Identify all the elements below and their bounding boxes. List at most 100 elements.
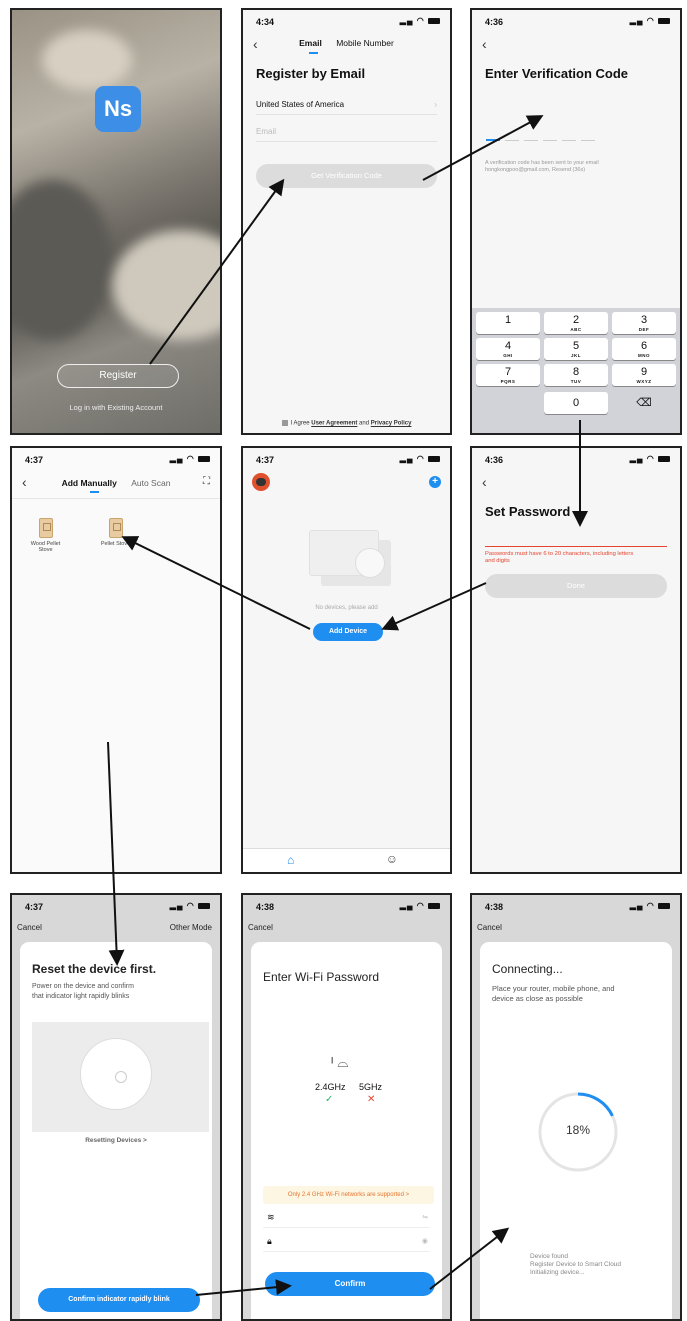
code-slot — [505, 140, 519, 141]
sheet-instructions: Power on the device and confirm that ind… — [32, 982, 200, 1002]
device-pellet-stove[interactable]: Pellet Stove — [88, 518, 143, 547]
key-3[interactable]: 3 DEF — [612, 312, 676, 334]
login-existing-link[interactable]: Log in with Existing Account — [12, 403, 220, 412]
lock-icon: 🔒︎ — [267, 1236, 272, 1246]
scan-icon[interactable]: ⛶ — [203, 476, 210, 487]
status-bar: 4:37 ▂▄ ◠ — [12, 895, 220, 917]
check-icon: ✓ — [325, 1094, 334, 1105]
sheet: Connecting... Place your router, mobile … — [480, 942, 672, 1319]
status-bar: 4:37 ▂▄ ◠ — [243, 448, 450, 470]
wifi-warning[interactable]: Only 2.4 GHz Wi-Fi networks are supporte… — [263, 1186, 434, 1204]
password-field[interactable] — [485, 546, 667, 547]
tab-mobile-number[interactable]: Mobile Number — [336, 38, 394, 48]
tab-auto-scan[interactable]: Auto Scan — [131, 478, 170, 488]
instruction-line2: that indicator light rapidly blinks — [32, 993, 130, 1000]
battery-icon — [658, 17, 670, 24]
signal-icon: ▂▄ ◠ — [400, 16, 440, 25]
cancel-button[interactable]: Cancel — [248, 923, 273, 932]
error-line1: Passwords must have 6 to 20 characters, … — [485, 551, 634, 557]
confirm-blink-button[interactable]: Confirm indicator rapidly blink — [38, 1288, 200, 1312]
country-selector[interactable]: United States of America › — [256, 100, 437, 115]
device-wood-pellet-stove[interactable]: Wood Pellet Stove — [18, 518, 73, 553]
add-device-button[interactable]: Add Device — [313, 623, 383, 641]
step-device-found: Device found — [530, 1253, 568, 1260]
back-icon[interactable]: ‹ — [482, 474, 487, 490]
add-plus-icon[interactable]: + — [429, 476, 441, 488]
add-manually-screen: 4:37 ▂▄ ◠ ‹ Add Manually Auto Scan ⛶ Woo… — [10, 446, 222, 874]
code-sent-line1: A verification code has been sent to you… — [485, 160, 599, 166]
code-input[interactable] — [486, 128, 600, 146]
sheet-instructions: Place your router, mobile phone, and dev… — [492, 984, 660, 1004]
agree-checkbox[interactable] — [281, 420, 288, 427]
status-time: 4:38 — [485, 902, 504, 912]
key-4[interactable]: 4 GHI — [476, 338, 540, 360]
key-8[interactable]: 8 TUV — [544, 364, 608, 386]
cancel-button[interactable]: Cancel — [477, 923, 502, 932]
instruction-line1: Place your router, mobile phone, and — [492, 984, 615, 993]
switch-network-icon[interactable]: ⇋ — [422, 1213, 428, 1221]
status-bar: 4:38 ▂▄ ◠ — [243, 895, 450, 917]
done-button[interactable]: Done — [485, 574, 667, 598]
set-password-screen: 4:36 ▂▄ ◠ ‹ Set Password Passwords must … — [470, 446, 682, 874]
agree-prefix: I Agree — [290, 421, 310, 427]
chevron-right-icon: › — [434, 100, 437, 109]
code-sent-line2[interactable]: hongkongpoo@gmail.com, Resend (36s) — [485, 167, 670, 174]
sheet: Enter Wi-Fi Password ᴵ ⌓ 2.4GHz 5GHz ✓ ✕… — [251, 942, 442, 1319]
email-field[interactable]: Email — [256, 127, 437, 142]
stove-icon — [108, 518, 123, 538]
key-6[interactable]: 6 MNO — [612, 338, 676, 360]
back-icon[interactable]: ‹ — [482, 36, 487, 52]
status-time: 4:37 — [25, 902, 44, 912]
battery-icon — [658, 455, 670, 462]
status-bar: 4:36 ▂▄ ◠ — [472, 10, 680, 32]
step-register: Register Device to Smart Cloud — [530, 1261, 622, 1268]
home-avatar-icon[interactable] — [252, 473, 270, 491]
key-9[interactable]: 9 WXYZ — [612, 364, 676, 386]
code-slot — [543, 140, 557, 141]
error-line2: and digits — [485, 558, 510, 564]
user-agreement-link[interactable]: User Agreement — [311, 421, 357, 427]
key-5[interactable]: 5 JKL — [544, 338, 608, 360]
empty-state-text: No devices, please add — [315, 605, 378, 611]
eye-icon[interactable]: ◉ — [422, 1237, 428, 1245]
router-icon: ᴵ ⌓ — [331, 1054, 349, 1070]
battery-icon — [428, 17, 440, 24]
status-bar: 4:38 ▂▄ ◠ — [472, 895, 680, 917]
cross-icon: ✕ — [367, 1094, 376, 1105]
wifi-password-field[interactable]: 🔒︎ ◉ — [263, 1234, 430, 1252]
home-screen: 4:37 ▂▄ ◠ + No devices, please add Add D… — [241, 446, 452, 874]
key-2[interactable]: 2 ABC — [544, 312, 608, 334]
instruction-line2: device as close as possible — [492, 994, 583, 1003]
key-1[interactable]: 1 — [476, 312, 540, 334]
key-0[interactable]: 0 — [544, 392, 608, 414]
status-time: 4:34 — [256, 17, 275, 27]
tab-indicator — [309, 52, 318, 54]
get-verification-code-button[interactable]: Get Verification Code — [256, 164, 437, 188]
delete-key-icon[interactable]: ⌫ — [612, 392, 676, 414]
add-tabs: Add Manually Auto Scan — [12, 478, 220, 488]
resetting-devices-link[interactable]: Resetting Devices > — [20, 1137, 212, 1144]
code-slot — [562, 140, 576, 141]
tab-add-manually[interactable]: Add Manually — [62, 478, 117, 488]
register-button[interactable]: Register — [57, 364, 179, 388]
signal-icon: ▂▄ ◠ — [630, 901, 670, 910]
verification-code-screen: 4:36 ▂▄ ◠ ‹ Enter Verification Code A ve… — [470, 8, 682, 435]
page-title: Set Password — [485, 504, 571, 519]
other-mode-button[interactable]: Other Mode — [170, 923, 212, 932]
cancel-button[interactable]: Cancel — [17, 923, 42, 932]
register-email-screen: 4:34 ▂▄ ◠ ‹ Email Mobile Number Register… — [241, 8, 452, 435]
profile-tab-icon[interactable]: ☺ — [386, 852, 398, 866]
battery-icon — [658, 902, 670, 909]
background-blur — [112, 230, 220, 340]
instruction-line1: Power on the device and confirm — [32, 983, 134, 990]
tab-email[interactable]: Email — [299, 38, 322, 48]
battery-icon — [428, 455, 440, 462]
status-time: 4:36 — [485, 17, 504, 27]
status-bar: 4:34 ▂▄ ◠ — [243, 10, 450, 32]
wifi-ssid-field[interactable]: ≋ ⇋ — [263, 1210, 430, 1228]
progress-label: 18% — [565, 1123, 591, 1137]
privacy-policy-link[interactable]: Privacy Policy — [371, 421, 412, 427]
key-7[interactable]: 7 PQRS — [476, 364, 540, 386]
home-tab-icon[interactable]: ⌂ — [287, 853, 294, 867]
confirm-button[interactable]: Confirm — [265, 1272, 435, 1296]
